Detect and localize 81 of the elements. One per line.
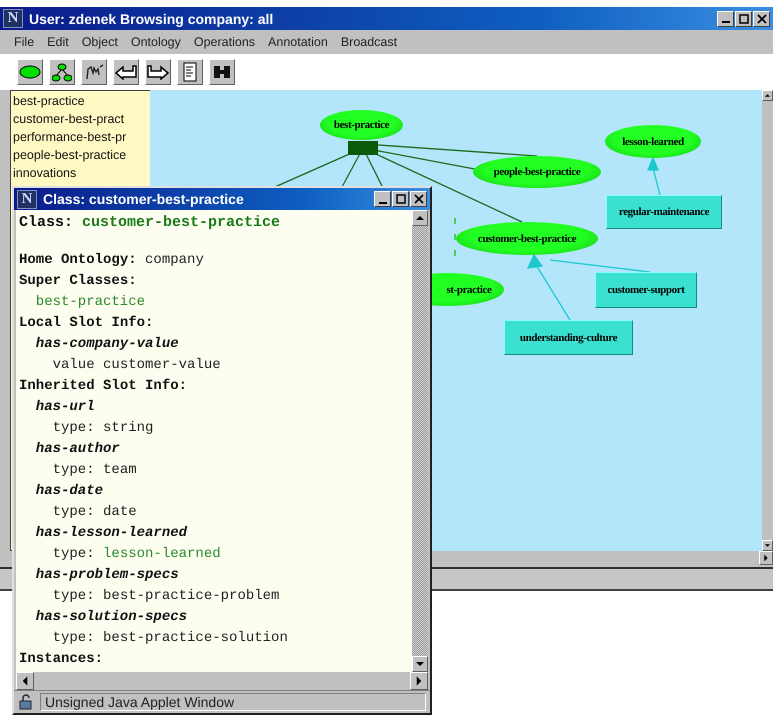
menu-item[interactable]: Annotation xyxy=(268,35,328,49)
toolbar-button[interactable] xyxy=(113,59,139,85)
arrow-edge xyxy=(647,156,661,196)
class-list-item[interactable]: innovations xyxy=(13,164,148,182)
toolbar-button[interactable] xyxy=(145,59,171,85)
window-title: Class: customer-best-practice xyxy=(43,191,245,207)
maximize-icon xyxy=(396,194,406,204)
ellipse-icon xyxy=(19,65,41,79)
scroll-up-icon[interactable] xyxy=(412,210,428,226)
section-heading: Super Classes: xyxy=(19,272,138,291)
scroll-up-icon[interactable] xyxy=(762,90,773,101)
minimize-icon xyxy=(722,21,730,23)
slot-type: type: date xyxy=(52,503,138,522)
slot-type: value customer-value xyxy=(52,356,222,375)
section-heading: Local Slot Info: xyxy=(19,314,154,333)
class-box[interactable]: regular-maintenance xyxy=(606,195,722,229)
scroll-right-icon[interactable] xyxy=(759,551,773,565)
close-icon xyxy=(756,14,766,24)
slot-name: has-solution-specs xyxy=(34,608,188,627)
status-text: Unsigned Java Applet Window xyxy=(40,693,426,711)
slot-type: type: best-practice-problem xyxy=(52,587,280,606)
slot-type: type: best-practice-solution xyxy=(52,629,289,648)
maximize-button[interactable] xyxy=(392,191,409,207)
slot-name: has-problem-specs xyxy=(34,566,180,585)
toolbar-button[interactable] xyxy=(177,59,203,85)
toolbar-button[interactable] xyxy=(209,59,235,85)
slot-type: type: lesson-learned xyxy=(52,545,222,564)
menu-item[interactable]: Object xyxy=(82,35,118,49)
window-title: User: zdenek Browsing company: all xyxy=(29,10,274,26)
lock-icon xyxy=(18,694,34,710)
menu-item[interactable]: Operations xyxy=(194,35,256,49)
slot-name: has-date xyxy=(34,482,104,501)
menu-item[interactable]: File xyxy=(14,35,34,49)
maximize-icon xyxy=(738,14,748,24)
app-logo: N xyxy=(17,190,37,208)
junction-marker xyxy=(348,141,378,155)
slot-name: has-lesson-learned xyxy=(34,524,188,543)
class-list-item[interactable]: customer-best-pract xyxy=(13,110,148,128)
forward-arrow-icon xyxy=(147,64,169,80)
tree-icon xyxy=(52,62,72,82)
minimize-icon xyxy=(378,202,386,204)
vertical-scrollbar[interactable] xyxy=(412,210,428,672)
horizontal-scrollbar[interactable] xyxy=(16,672,428,690)
class-ellipse[interactable]: best-practice xyxy=(320,110,403,140)
class-ellipse[interactable]: lesson-learned xyxy=(605,125,701,158)
slot-name: has-url xyxy=(34,398,96,417)
section-heading: Instances: xyxy=(19,650,104,669)
app-logo: N xyxy=(3,9,23,28)
class-list-item[interactable]: people-best-practice xyxy=(13,146,148,164)
toolbar-button[interactable] xyxy=(49,59,75,85)
scroll-left-icon[interactable] xyxy=(16,672,34,690)
field-line: Home Ontology: company xyxy=(19,251,205,270)
scroll-down-icon[interactable] xyxy=(762,540,773,551)
maximize-button[interactable] xyxy=(735,10,752,26)
back-arrow-icon xyxy=(115,64,137,80)
slot-name: has-author xyxy=(34,440,121,459)
toolbar-button[interactable] xyxy=(81,59,107,85)
minimize-button[interactable] xyxy=(717,10,734,26)
slot-name: has-company-value xyxy=(34,335,180,354)
class-list-item[interactable]: performance-best-pr xyxy=(13,128,148,146)
vertical-scrollbar[interactable] xyxy=(762,90,773,551)
slot-type: type: string xyxy=(52,419,154,438)
scroll-right-icon[interactable] xyxy=(410,672,428,690)
class-list-item[interactable]: best-practice xyxy=(13,92,148,110)
menu-item[interactable]: Ontology xyxy=(130,35,181,49)
document-icon xyxy=(183,62,197,82)
section-heading: Inherited Slot Info: xyxy=(19,377,188,396)
scroll-down-icon[interactable] xyxy=(412,656,428,672)
close-button[interactable] xyxy=(410,191,427,207)
toolbar-button[interactable] xyxy=(17,59,43,85)
minimize-button[interactable] xyxy=(374,191,391,207)
slot-type: type: team xyxy=(52,461,138,480)
class-box[interactable]: understanding-culture xyxy=(504,320,633,355)
close-icon xyxy=(414,194,424,204)
class-ellipse[interactable]: people-best-practice xyxy=(473,156,601,188)
close-button[interactable] xyxy=(753,10,770,26)
menu-item[interactable]: Broadcast xyxy=(340,35,398,49)
class-ellipse[interactable]: customer-best-practice xyxy=(456,222,598,255)
menu-item[interactable]: Edit xyxy=(47,35,69,49)
class-box[interactable]: customer-support xyxy=(595,272,697,308)
class-heading: Class: customer-best-practice xyxy=(19,213,282,233)
